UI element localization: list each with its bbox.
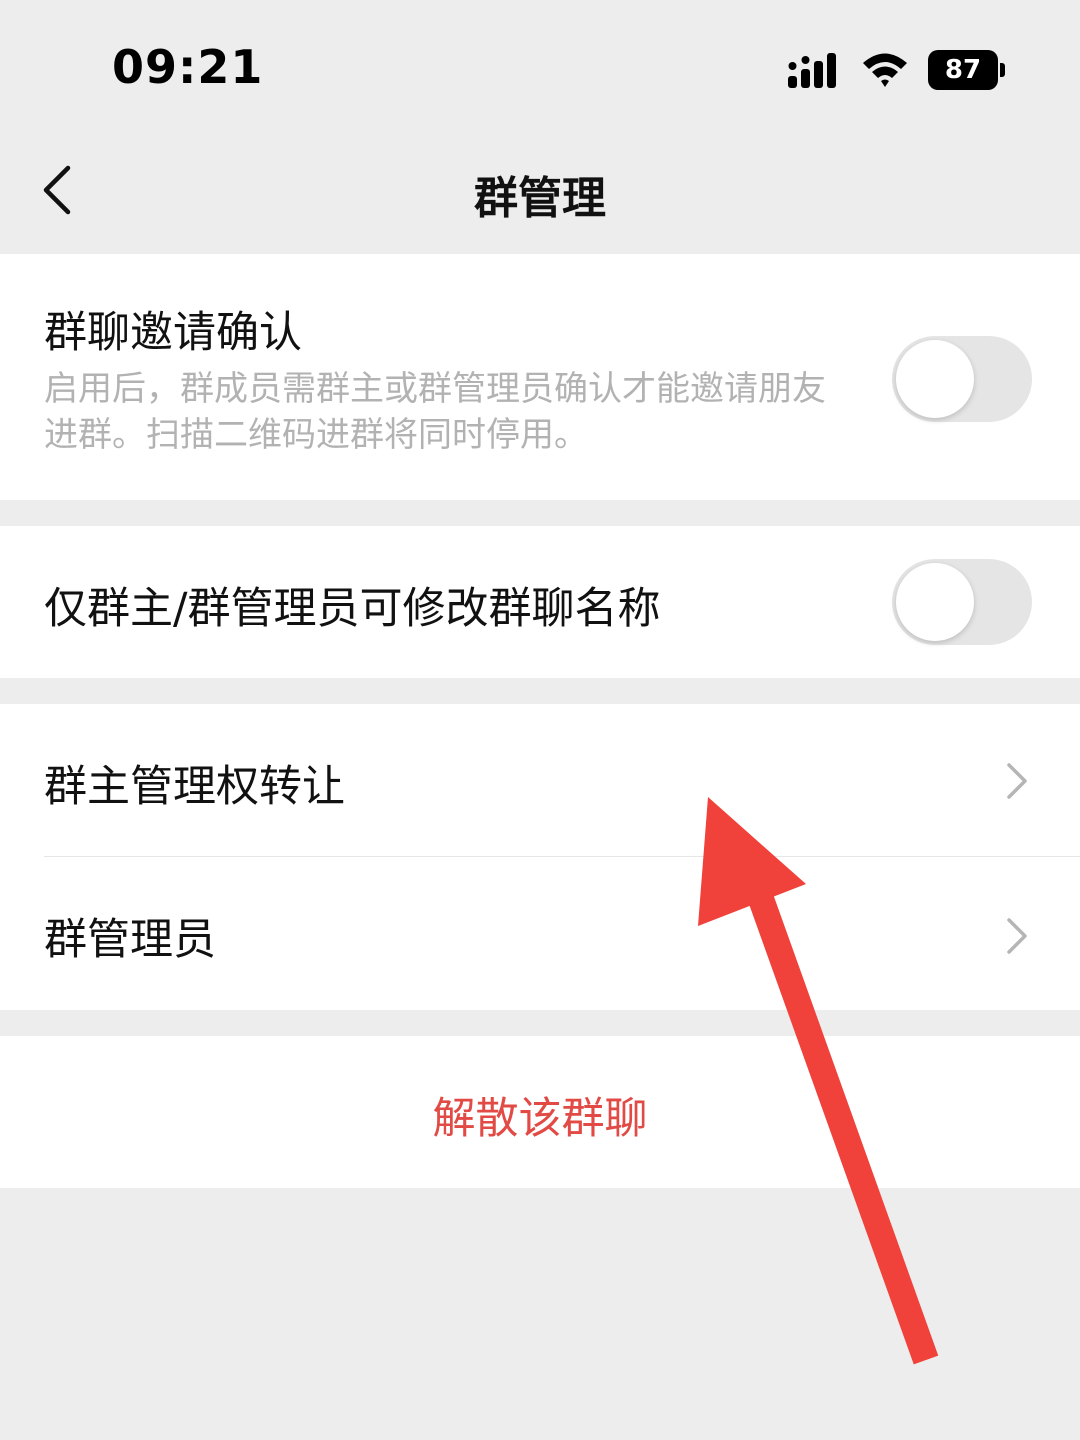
battery-icon: 87 (928, 50, 1006, 90)
chevron-right-icon (1007, 763, 1027, 799)
navigation-bar: 群管理 (0, 140, 1080, 252)
invite-confirm-toggle[interactable] (892, 336, 1032, 422)
rename-restriction-title: 仅群主/群管理员可修改群聊名称 (44, 584, 661, 634)
chevron-right-icon (1007, 918, 1027, 954)
rename-restriction-card: 仅群主/群管理员可修改群聊名称 (0, 526, 1080, 678)
transfer-owner-label: 群主管理权转让 (44, 762, 345, 812)
dissolve-card: 解散该群聊 (0, 1036, 1080, 1188)
status-time: 09:21 (112, 40, 264, 94)
wifi-icon (863, 53, 907, 87)
invite-confirm-description: 启用后，群成员需群主或群管理员确认才能邀请朋友进群。扫描二维码进群将同时停用。 (44, 369, 826, 455)
status-bar: 09:21 87 (0, 0, 1080, 140)
admins-row[interactable]: 群管理员 (0, 857, 1080, 1010)
toggle-knob (896, 563, 974, 641)
page-title: 群管理 (474, 173, 606, 224)
invite-confirm-title: 群聊邀请确认 (44, 308, 302, 358)
toggle-knob (896, 340, 974, 418)
management-card: 群主管理权转让 群管理员 (0, 704, 1080, 1010)
admins-label: 群管理员 (44, 915, 216, 965)
battery-level: 87 (928, 50, 998, 90)
rename-restriction-toggle[interactable] (892, 559, 1032, 645)
dissolve-group-button[interactable]: 解散该群聊 (0, 1084, 1080, 1146)
invite-confirm-card: 群聊邀请确认 启用后，群成员需群主或群管理员确认才能邀请朋友进群。扫描二维码进群… (0, 254, 1080, 500)
cellular-signal-icon (788, 53, 836, 88)
transfer-owner-row[interactable]: 群主管理权转让 (0, 704, 1080, 856)
